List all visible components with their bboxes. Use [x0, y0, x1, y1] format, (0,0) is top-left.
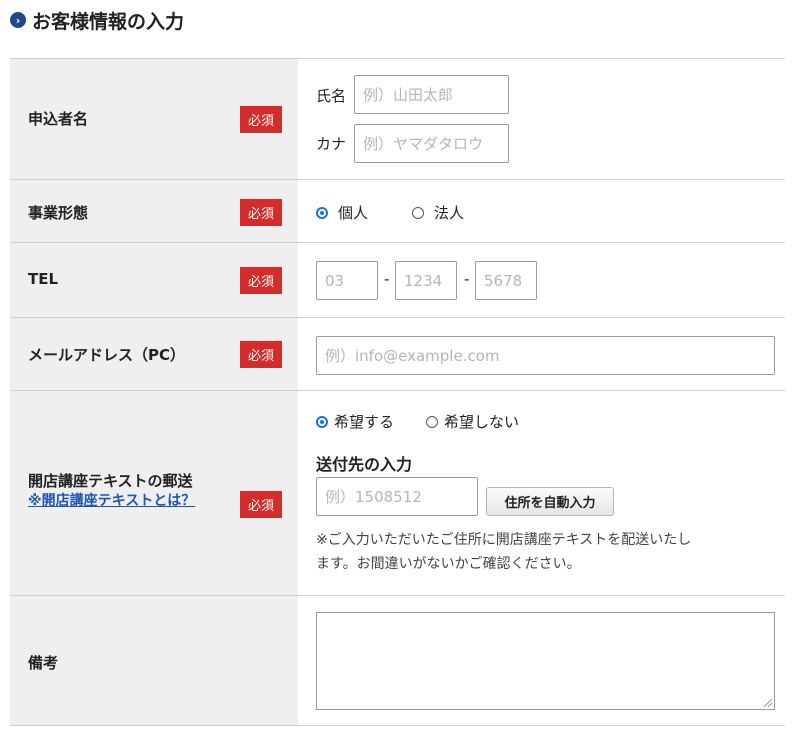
applicant-label: 申込者名	[28, 110, 89, 128]
autofill-address-button[interactable]: 住所を自動入力	[486, 487, 614, 516]
tel-exchange-input[interactable]: 1234	[395, 261, 457, 300]
required-badge: 必須	[240, 106, 282, 133]
required-badge: 必須	[240, 491, 282, 518]
row-body: 氏名 例）山田太郎 カナ 例）ヤマダタロウ	[298, 59, 785, 179]
row-body: 個人 法人	[298, 180, 785, 242]
radio-individual-label: 個人	[338, 204, 369, 222]
row-header: 開店講座テキストの郵送 ※開店講座テキストとは？ 必須	[10, 391, 298, 595]
name-placeholder: 例）山田太郎	[363, 86, 454, 104]
radio-checked-icon	[316, 206, 328, 219]
tel-area-placeholder: 03	[325, 271, 345, 290]
required-badge: 必須	[240, 341, 282, 368]
email-placeholder: 例）info@example.com	[325, 347, 500, 365]
radio-no-request[interactable]: 希望しない	[426, 411, 519, 432]
resize-handle-icon[interactable]	[764, 699, 772, 707]
zip-code-input[interactable]: 例）1508512	[316, 477, 478, 516]
row-textbook-mailing: 開店講座テキストの郵送 ※開店講座テキストとは？ 必須 希望する 希望しない 送…	[10, 391, 785, 596]
row-header: 事業形態 必須	[10, 180, 298, 242]
row-body: 例）info@example.com	[298, 318, 785, 390]
radio-corporation[interactable]: 法人	[412, 202, 464, 223]
textbook-label: 開店講座テキストの郵送	[28, 472, 193, 490]
kana-label: カナ	[316, 135, 347, 153]
row-body: 03 - 1234 - 5678	[298, 243, 785, 317]
section-title-text: お客様情報の入力	[32, 10, 185, 33]
section-title: › お客様情報の入力	[10, 6, 184, 34]
radio-unchecked-icon	[412, 206, 424, 219]
remarks-textarea[interactable]	[316, 612, 775, 710]
name-label: 氏名	[316, 87, 347, 105]
row-header: TEL 必須	[10, 243, 298, 317]
radio-corporation-label: 法人	[434, 204, 465, 222]
row-body	[298, 596, 785, 725]
radio-no-request-label: 希望しない	[444, 413, 520, 431]
required-badge: 必須	[240, 199, 282, 226]
radio-request[interactable]: 希望する	[316, 411, 394, 432]
name-input[interactable]: 例）山田太郎	[354, 75, 509, 114]
row-email: メールアドレス（PC） 必須 例）info@example.com	[10, 318, 785, 391]
textbook-info-link[interactable]: ※開店講座テキストとは？	[28, 490, 195, 510]
tel-number-placeholder: 5678	[484, 271, 523, 290]
tel-area-code-input[interactable]: 03	[316, 261, 378, 300]
shipping-note-line2: ます。お間違いがないかご確認ください。	[316, 556, 581, 572]
row-applicant-name: 申込者名 必須 氏名 例）山田太郎 カナ 例）ヤマダタロウ	[10, 58, 785, 180]
tel-exchange-placeholder: 1234	[404, 271, 443, 290]
tel-label: TEL	[28, 270, 59, 288]
chevron-right-icon: ›	[10, 12, 26, 28]
radio-unchecked-icon	[426, 415, 438, 428]
tel-number-input[interactable]: 5678	[475, 261, 537, 300]
row-tel: TEL 必須 03 - 1234 - 5678	[10, 243, 785, 318]
row-header: 申込者名 必須	[10, 59, 298, 179]
email-input[interactable]: 例）info@example.com	[316, 336, 775, 375]
radio-request-label: 希望する	[334, 413, 395, 431]
shipping-subheading: 送付先の入力	[316, 455, 413, 474]
shipping-note-line1: ※ご入力いただいたご住所に開店講座テキストを配送いたし	[316, 532, 692, 548]
business-label: 事業形態	[28, 204, 89, 222]
remarks-label: 備考	[28, 654, 59, 672]
kana-input[interactable]: 例）ヤマダタロウ	[354, 124, 509, 163]
row-body: 希望する 希望しない 送付先の入力 例）1508512 住所を自動入力 ※ご入力…	[298, 391, 785, 595]
row-header: メールアドレス（PC） 必須	[10, 318, 298, 390]
tel-separator: -	[384, 270, 390, 288]
row-header: 備考	[10, 596, 298, 725]
kana-placeholder: 例）ヤマダタロウ	[363, 135, 484, 153]
radio-individual[interactable]: 個人	[316, 202, 368, 223]
tel-separator: -	[464, 270, 470, 288]
row-remarks: 備考	[10, 596, 785, 726]
radio-checked-icon	[316, 415, 328, 428]
row-business-type: 事業形態 必須 個人 法人	[10, 180, 785, 243]
required-badge: 必須	[240, 267, 282, 294]
email-label: メールアドレス（PC）	[28, 346, 186, 364]
customer-info-form: 申込者名 必須 氏名 例）山田太郎 カナ 例）ヤマダタロウ 事業形態 必須 個人	[10, 58, 785, 726]
zip-placeholder: 例）1508512	[325, 488, 422, 506]
